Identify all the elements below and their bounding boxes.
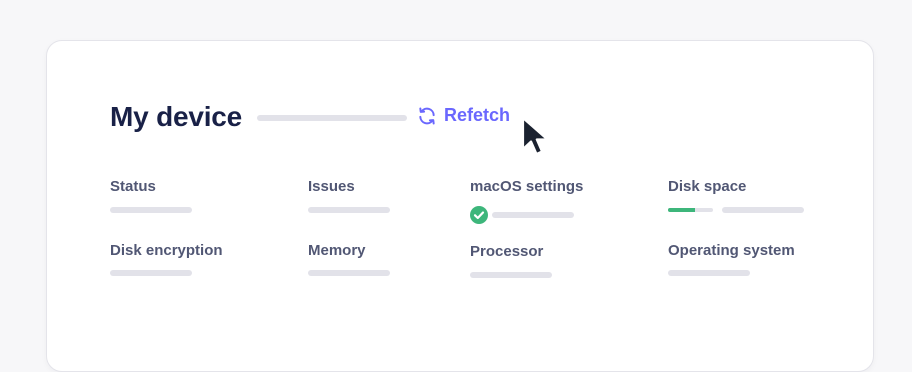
operating-system-value-skeleton <box>668 270 750 276</box>
disk-space-value-skeleton <box>722 207 804 213</box>
macos-settings-label: macOS settings <box>470 178 584 195</box>
disk-space-bar <box>668 208 713 212</box>
disk-space-bar-fill <box>668 208 695 212</box>
check-circle-icon <box>470 206 488 224</box>
device-card <box>46 40 874 372</box>
issues-value-skeleton <box>308 207 390 213</box>
disk-space-label: Disk space <box>668 178 747 195</box>
issues-label: Issues <box>308 178 355 195</box>
disk-encryption-label: Disk encryption <box>110 242 223 259</box>
refetch-button[interactable]: Refetch <box>417 105 510 126</box>
disk-encryption-value-skeleton <box>110 270 192 276</box>
title-loading-skeleton <box>257 115 407 121</box>
status-value-skeleton <box>110 207 192 213</box>
operating-system-label: Operating system <box>668 242 795 259</box>
macos-settings-value-skeleton <box>492 212 574 218</box>
status-label: Status <box>110 178 156 195</box>
memory-label: Memory <box>308 242 366 259</box>
processor-label: Processor <box>470 243 544 260</box>
processor-value-skeleton <box>470 272 552 278</box>
memory-value-skeleton <box>308 270 390 276</box>
page-title: My device <box>110 101 243 132</box>
mouse-pointer-icon <box>520 116 554 163</box>
refetch-label: Refetch <box>444 105 511 125</box>
refresh-icon <box>417 106 437 126</box>
